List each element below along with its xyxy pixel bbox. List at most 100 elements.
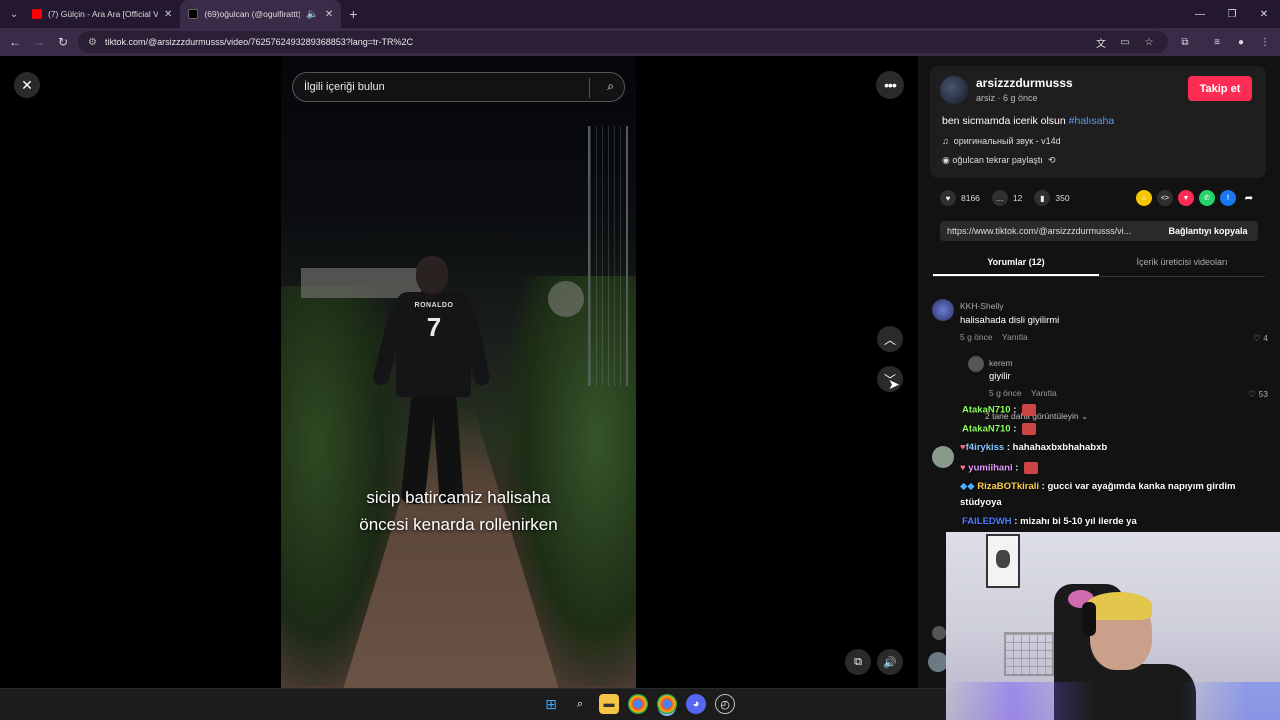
commenter-name[interactable]: kerem bbox=[989, 358, 1013, 368]
minimize-button[interactable]: — bbox=[1184, 0, 1216, 28]
commenter-avatar[interactable] bbox=[932, 299, 954, 321]
post-info-card: arsizzzdurmusss arsiz · 6 g önce Takip e… bbox=[930, 66, 1266, 178]
chat-message: ◆◆ RizaBOTkirali : gucci var ayağımda ka… bbox=[960, 481, 1236, 492]
tab-search-icon[interactable]: ⌄ bbox=[4, 4, 24, 24]
back-button[interactable]: ← bbox=[3, 30, 27, 54]
tab-title: (69)oğulcan (@ogulfirattt) | bbox=[204, 9, 301, 19]
comment-like[interactable]: ♡ 53 bbox=[1249, 389, 1268, 400]
tab-youtube[interactable]: (7) Gülçin - Ara Ara [Official Vid ✕ bbox=[24, 0, 180, 28]
emote-icon bbox=[1022, 423, 1037, 435]
pip-button[interactable]: ⧉ bbox=[845, 649, 871, 675]
chat-message: stüdyoya bbox=[960, 497, 1002, 508]
cast-icon[interactable]: ▭ bbox=[1114, 31, 1136, 53]
chrome-icon[interactable] bbox=[628, 694, 648, 714]
badge-icon: ♥ bbox=[960, 462, 966, 474]
music-info[interactable]: ♫ оригинальный звук - v14d bbox=[942, 136, 1061, 146]
follow-button[interactable]: Takip et bbox=[1188, 76, 1252, 101]
comment-meta: 5 g önce Yanıtla bbox=[989, 388, 1057, 398]
tab-creator-videos[interactable]: İçerik üreticisi videoları bbox=[1099, 253, 1265, 276]
facebook-icon[interactable]: f bbox=[1220, 190, 1236, 206]
author-avatar[interactable] bbox=[940, 76, 968, 104]
mute-tab-icon[interactable]: 🔈 bbox=[306, 9, 318, 20]
address-bar[interactable]: ⚙ tiktok.com/@arsizzzdurmusss/video/7625… bbox=[78, 31, 1168, 53]
bookmark-icon: ▮ bbox=[1034, 190, 1051, 206]
video-player[interactable]: RONALDO 7 sicip batircamiz halisaha önce… bbox=[281, 56, 636, 688]
tab-comments[interactable]: Yorumlar (12) bbox=[933, 253, 1099, 276]
tab-title: (7) Gülçin - Ara Ara [Official Vid bbox=[48, 9, 158, 19]
commenter-avatar[interactable] bbox=[928, 652, 948, 672]
badge-icon: ◆◆ bbox=[960, 481, 975, 492]
share-arrow-icon[interactable]: ➦ bbox=[1241, 190, 1257, 206]
commenter-name[interactable]: KKH-Shelly bbox=[960, 301, 1003, 311]
chat-message: AtakaN710 : bbox=[962, 404, 1037, 416]
search-icon[interactable]: ⌕ bbox=[607, 79, 614, 94]
related-search-input[interactable]: İlgili içeriği bulun ⌕ bbox=[292, 72, 625, 102]
close-video-button[interactable]: ✕ bbox=[14, 72, 40, 98]
reading-list-icon[interactable]: ≡ bbox=[1206, 31, 1228, 53]
commenter-avatar[interactable] bbox=[932, 446, 954, 468]
reply-button[interactable]: Yanıtla bbox=[1002, 332, 1028, 342]
extensions-icon[interactable]: ⧉ bbox=[1174, 31, 1196, 53]
browser-toolbar: ← → ↻ ⚙ tiktok.com/@arsizzzdurmusss/vide… bbox=[0, 28, 1280, 56]
translate-icon[interactable]: 文 bbox=[1090, 31, 1112, 53]
menu-icon[interactable]: ⋮ bbox=[1254, 31, 1276, 53]
comment-text: halisahada disli giyilirmi bbox=[960, 315, 1060, 326]
reply-item: kerem giyilir 5 g önce Yanıtla ♡ 53 bbox=[968, 356, 1268, 402]
more-options-button[interactable]: ••• bbox=[876, 71, 904, 99]
repost-info: ◉ oğulcan tekrar paylaştı ⟲ bbox=[942, 155, 1056, 165]
commenter-avatar[interactable] bbox=[932, 626, 946, 640]
reply-button[interactable]: Yanıtla bbox=[1031, 388, 1057, 398]
post-stats: ♥ 8166 … 12 ▮ 350 bbox=[940, 189, 1082, 207]
post-description: ben sicmamda icerik olsun #halısaha bbox=[942, 115, 1115, 127]
restore-button[interactable]: ❐ bbox=[1216, 0, 1248, 28]
mouse-cursor-icon: ➤ bbox=[888, 376, 900, 392]
comment-tabs: Yorumlar (12) İçerik üreticisi videoları bbox=[933, 253, 1265, 277]
streamer-webcam bbox=[946, 532, 1280, 720]
tab-tiktok[interactable]: (69)oğulcan (@ogulfirattt) | 🔈 ✕ bbox=[180, 0, 342, 28]
previous-video-button[interactable]: ︿ bbox=[877, 326, 903, 352]
save-button[interactable]: ▮ 350 bbox=[1034, 190, 1070, 206]
heart-outline-icon: ♡ bbox=[1248, 389, 1257, 399]
close-tab-icon[interactable]: ✕ bbox=[164, 9, 172, 20]
obs-icon[interactable]: ◴ bbox=[715, 694, 735, 714]
whatsapp-icon[interactable]: ✆ bbox=[1199, 190, 1215, 206]
comment-button[interactable]: … 12 bbox=[991, 190, 1022, 206]
comment-item: KKH-Shelly halisahada disli giyilirmi 5 … bbox=[932, 299, 1268, 347]
chat-message: AtakaN710 : bbox=[962, 423, 1037, 435]
send-icon[interactable]: ▼ bbox=[1178, 190, 1194, 206]
commenter-avatar[interactable] bbox=[968, 356, 984, 372]
coin-icon[interactable]: ☺ bbox=[1136, 190, 1152, 206]
discord-icon[interactable]: ◕ bbox=[686, 694, 706, 714]
site-info-icon[interactable]: ⚙ bbox=[88, 37, 97, 48]
author-name[interactable]: arsizzzdurmusss bbox=[976, 76, 1073, 90]
new-tab-button[interactable]: + bbox=[349, 6, 357, 22]
taskbar: ⊞ ⌕ ▬ ◕ ◴ bbox=[0, 688, 946, 720]
search-icon[interactable]: ⌕ bbox=[570, 694, 590, 714]
youtube-icon bbox=[32, 9, 42, 19]
emote-icon bbox=[1022, 404, 1037, 416]
url-text: tiktok.com/@arsizzzdurmusss/video/762576… bbox=[104, 37, 414, 47]
close-tab-icon[interactable]: ✕ bbox=[325, 9, 333, 20]
tiktok-icon bbox=[188, 9, 199, 19]
forward-button[interactable]: → bbox=[27, 30, 51, 54]
author-subtitle: arsiz · 6 g önce bbox=[976, 93, 1038, 103]
volume-button[interactable]: 🔊 bbox=[877, 649, 903, 675]
bookmark-star-icon[interactable]: ☆ bbox=[1138, 31, 1160, 53]
reload-button[interactable]: ↻ bbox=[51, 30, 75, 54]
share-icons: ☺ <> ▼ ✆ f ➦ bbox=[1136, 190, 1257, 206]
windows-start-icon[interactable]: ⊞ bbox=[541, 694, 561, 714]
video-viewer: ✕ RONALDO 7 sicip batircamiz halisaha ön… bbox=[0, 56, 918, 688]
copy-link-button[interactable]: Bağlantıyı kopyala bbox=[1158, 221, 1258, 241]
file-explorer-icon[interactable]: ▬ bbox=[599, 694, 619, 714]
music-note-icon: ♫ bbox=[942, 136, 949, 146]
embed-icon[interactable]: <> bbox=[1157, 190, 1173, 206]
link-url[interactable]: https://www.tiktok.com/@arsizzzdurmusss/… bbox=[940, 226, 1154, 236]
close-window-button[interactable]: ✕ bbox=[1248, 0, 1280, 28]
chat-message: ♥ yumiihani : bbox=[960, 462, 1039, 474]
like-button[interactable]: ♥ 8166 bbox=[940, 190, 980, 206]
comment-like[interactable]: ♡ 4 bbox=[1253, 333, 1268, 344]
hashtag-link[interactable]: #halısaha bbox=[1069, 115, 1115, 127]
repost-icon: ⟲ bbox=[1047, 155, 1056, 165]
chrome-active-icon[interactable] bbox=[657, 694, 677, 714]
profile-avatar[interactable]: ● bbox=[1230, 31, 1252, 53]
